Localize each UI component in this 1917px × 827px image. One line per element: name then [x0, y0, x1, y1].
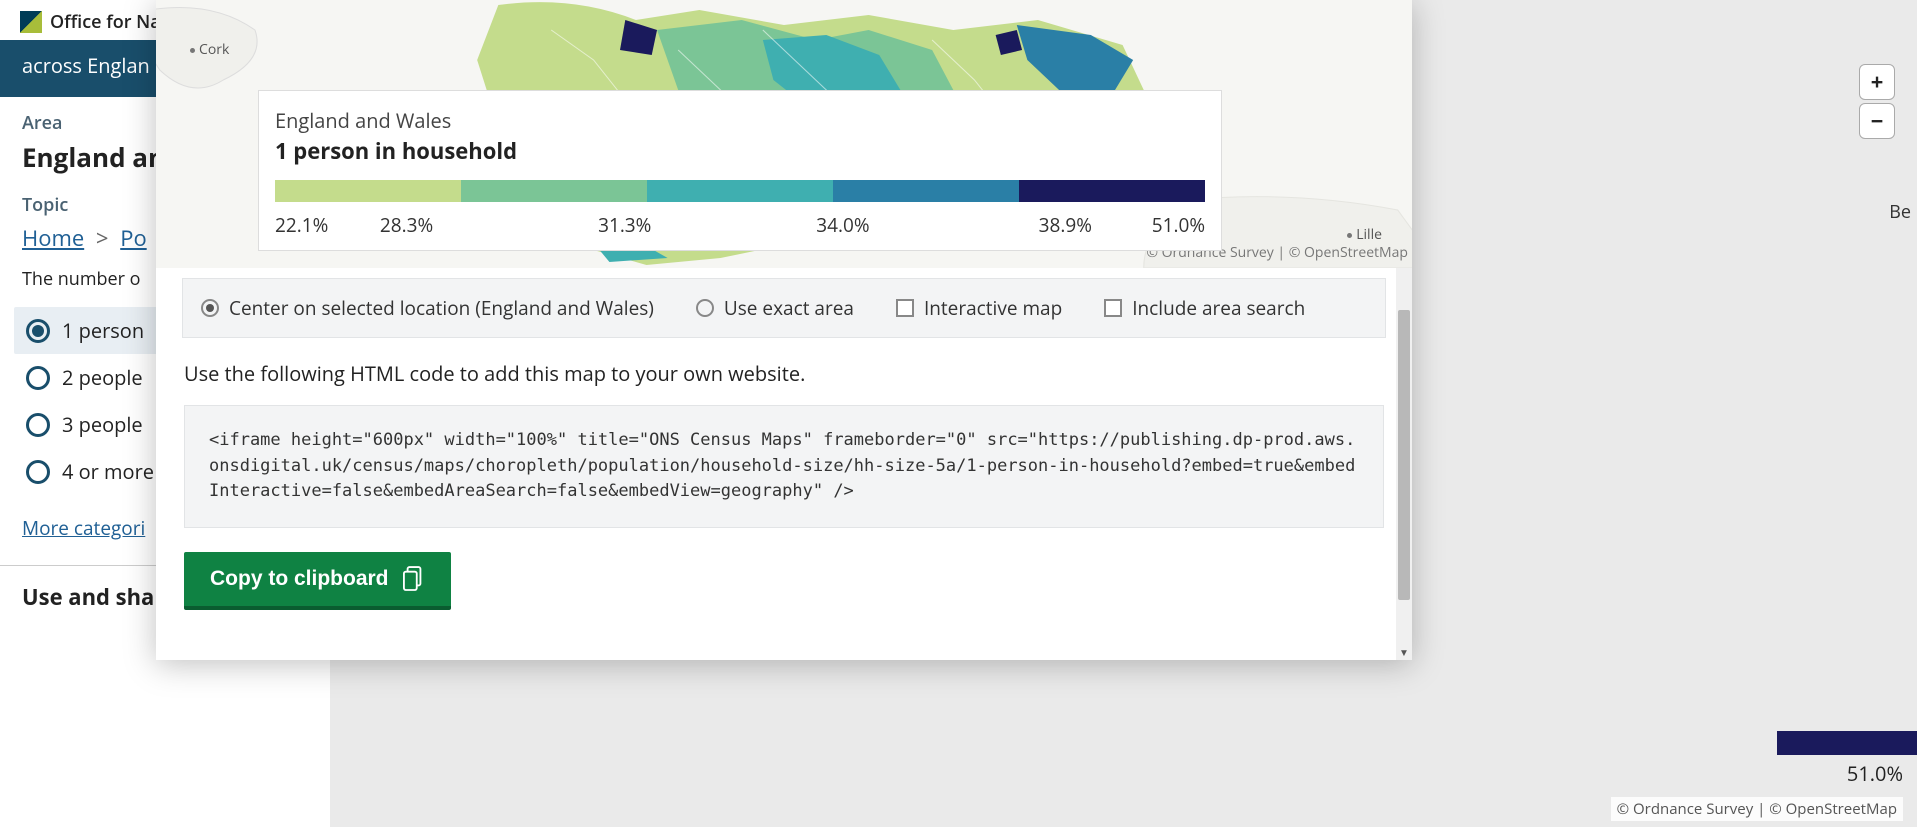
radio-icon: [26, 366, 50, 390]
ons-logo-icon: [20, 11, 42, 33]
bg-legend-color: [1777, 731, 1917, 755]
opt-exact-label: Use exact area: [724, 295, 854, 321]
radio-label: 2 people: [62, 364, 143, 391]
legend-swatch-3: [647, 180, 833, 202]
opt-exact-area[interactable]: Use exact area: [696, 295, 854, 321]
opt-include-area-search[interactable]: Include area search: [1104, 295, 1305, 321]
copy-btn-label: Copy to clipboard: [210, 567, 389, 591]
embed-modal: ▲ ▼ Cork: [156, 0, 1412, 660]
scroll-down-arrow-icon[interactable]: ▼: [1396, 644, 1412, 660]
legend-val-2: 28.3%: [304, 212, 510, 238]
legend-area: England and Wales: [275, 107, 1205, 134]
radio-icon: [696, 299, 714, 317]
scroll-thumb[interactable]: [1398, 310, 1410, 600]
opt-center-label: Center on selected location (England and…: [229, 295, 654, 321]
legend-swatch-5: [1019, 180, 1205, 202]
legend-swatch-2: [461, 180, 647, 202]
instruction-text: Use the following HTML code to add this …: [184, 360, 1384, 387]
radio-icon: [201, 299, 219, 317]
embed-code-block[interactable]: <iframe height="600px" width="100%" titl…: [184, 405, 1384, 528]
crumb-home[interactable]: Home: [22, 223, 84, 253]
legend-color-bar: [275, 180, 1205, 202]
embed-options-bar: Center on selected location (England and…: [182, 278, 1386, 338]
checkbox-icon: [1104, 299, 1122, 317]
zoom-in-button[interactable]: +: [1859, 64, 1895, 100]
copy-to-clipboard-button[interactable]: Copy to clipboard: [184, 552, 451, 610]
bg-attribution: © Ordnance Survey | © OpenStreetMap: [1611, 797, 1903, 821]
opt-interactive-label: Interactive map: [924, 295, 1062, 321]
legend-val-3: 31.3%: [522, 212, 728, 238]
map-preview: Cork Cardiff London Lille © Ordnance Sur…: [156, 0, 1412, 268]
modal-body: Center on selected location (England and…: [156, 278, 1412, 640]
legend-card: England and Wales 1 person in household …: [258, 90, 1222, 251]
radio-label: 4 or more: [62, 458, 154, 485]
legend-val-5: 38.9%: [962, 212, 1168, 238]
brand-text: Office for Nati: [50, 10, 173, 34]
bg-legend-max-value: 51.0%: [1847, 760, 1903, 787]
legend-swatch-1: [275, 180, 461, 202]
radio-icon: [26, 460, 50, 484]
radio-label: 3 people: [62, 411, 143, 438]
opt-interactive-map[interactable]: Interactive map: [896, 295, 1062, 321]
more-categories-link[interactable]: More categori: [22, 515, 145, 541]
legend-val-4: 34.0%: [740, 212, 946, 238]
bg-label-be: Be: [1889, 200, 1911, 224]
crumb-sep: >: [96, 223, 109, 253]
map-label-lille: Lille: [1347, 225, 1382, 244]
copy-icon: [403, 566, 425, 592]
legend-title: 1 person in household: [275, 136, 1205, 166]
radio-label: 1 person: [62, 317, 144, 344]
legend-val-6: 51.0%: [1152, 212, 1205, 238]
checkbox-icon: [896, 299, 914, 317]
zoom-controls: + −: [1859, 64, 1895, 139]
radio-icon: [26, 413, 50, 437]
opt-include-search-label: Include area search: [1132, 295, 1305, 321]
use-share-label: Use and share: [22, 582, 177, 612]
map-label-cork: Cork: [190, 40, 229, 59]
opt-center[interactable]: Center on selected location (England and…: [201, 295, 654, 321]
legend-values: 22.1% 28.3% 31.3% 34.0% 38.9% 51.0%: [275, 212, 1205, 238]
radio-icon: [26, 319, 50, 343]
legend-swatch-4: [833, 180, 1019, 202]
crumb-next[interactable]: Po: [120, 223, 146, 253]
zoom-out-button[interactable]: −: [1859, 103, 1895, 139]
